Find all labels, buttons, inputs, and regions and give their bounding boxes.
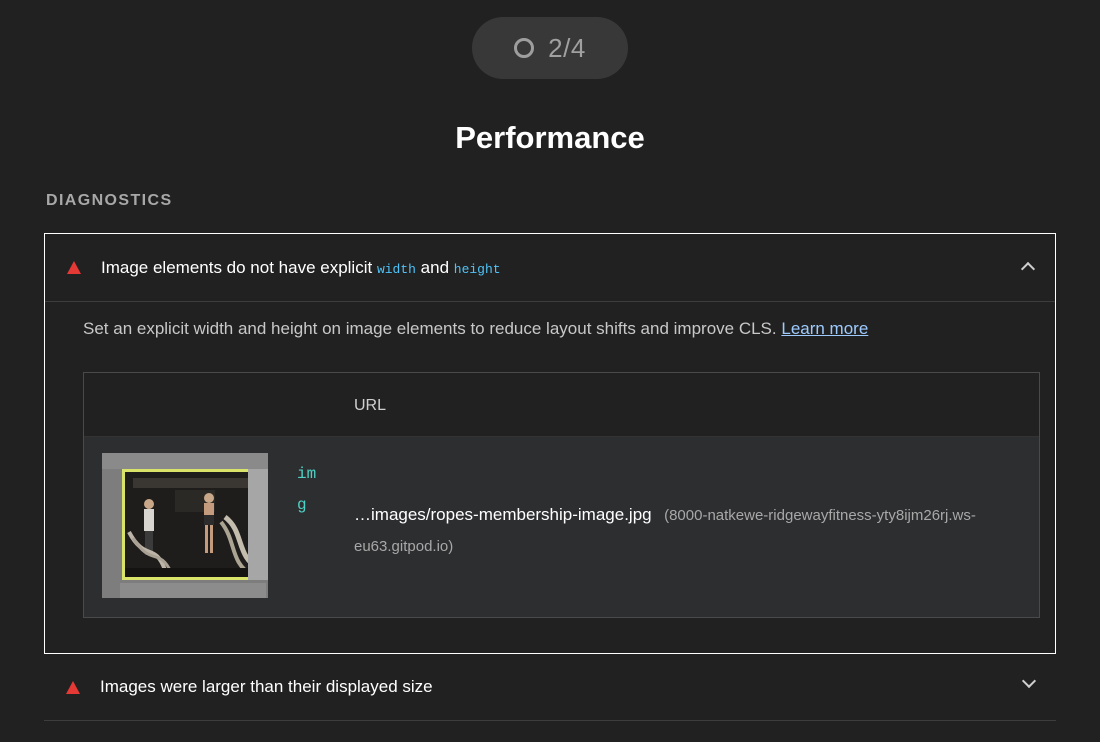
lighthouse-report: 2/4 Performance DIAGNOSTICS Image elemen… bbox=[0, 0, 1100, 742]
category-title: Performance bbox=[455, 120, 645, 155]
score-gauge[interactable]: 2/4 bbox=[472, 17, 628, 79]
gym-photo-image bbox=[125, 472, 265, 577]
fail-triangle-icon bbox=[66, 680, 80, 694]
table-header: URL bbox=[84, 373, 1039, 437]
thumbnail-page-footer bbox=[120, 583, 266, 598]
thumbnail-page-side bbox=[248, 469, 268, 580]
node-label[interactable]: img bbox=[297, 459, 321, 521]
gauge-ring-icon bbox=[514, 38, 535, 58]
audit-title: Images were larger than their displayed … bbox=[100, 677, 433, 696]
code-width: width bbox=[376, 261, 416, 277]
details-table: URL img …images/ropes-membership-image.j… bbox=[83, 372, 1040, 618]
url-cell: …images/ropes-membership-image.jpg (8000… bbox=[354, 499, 1014, 562]
element-screenshot-thumbnail[interactable] bbox=[102, 453, 268, 598]
code-height: height bbox=[453, 261, 501, 277]
group-title: DIAGNOSTICS bbox=[46, 192, 173, 209]
audit-description-text: Set an explicit width and height on imag… bbox=[83, 319, 777, 338]
audit-header[interactable]: Image elements do not have explicit widt… bbox=[45, 234, 1055, 302]
score-text: 2/4 bbox=[548, 32, 586, 63]
audit-title-prefix: Image elements do not have explicit bbox=[101, 257, 377, 277]
audit-title-middle: and bbox=[415, 257, 454, 277]
learn-more-link[interactable]: Learn more bbox=[781, 319, 868, 338]
chevron-down-icon[interactable] bbox=[1021, 673, 1037, 689]
thumbnail-page-header bbox=[102, 453, 268, 469]
audit-description: Set an explicit width and height on imag… bbox=[83, 319, 868, 339]
highlighted-image-element bbox=[122, 469, 268, 580]
audit-title: Image elements do not have explicit widt… bbox=[101, 258, 501, 278]
fail-triangle-icon bbox=[67, 261, 81, 274]
column-header-url: URL bbox=[354, 397, 387, 414]
chevron-up-icon[interactable] bbox=[1020, 261, 1036, 277]
table-row: img …images/ropes-membership-image.jpg (… bbox=[84, 437, 1039, 617]
audit-oversized-images[interactable]: Images were larger than their displayed … bbox=[44, 654, 1056, 721]
audit-unsized-images: Image elements do not have explicit widt… bbox=[44, 233, 1056, 654]
url-path[interactable]: …images/ropes-membership-image.jpg bbox=[354, 505, 652, 524]
